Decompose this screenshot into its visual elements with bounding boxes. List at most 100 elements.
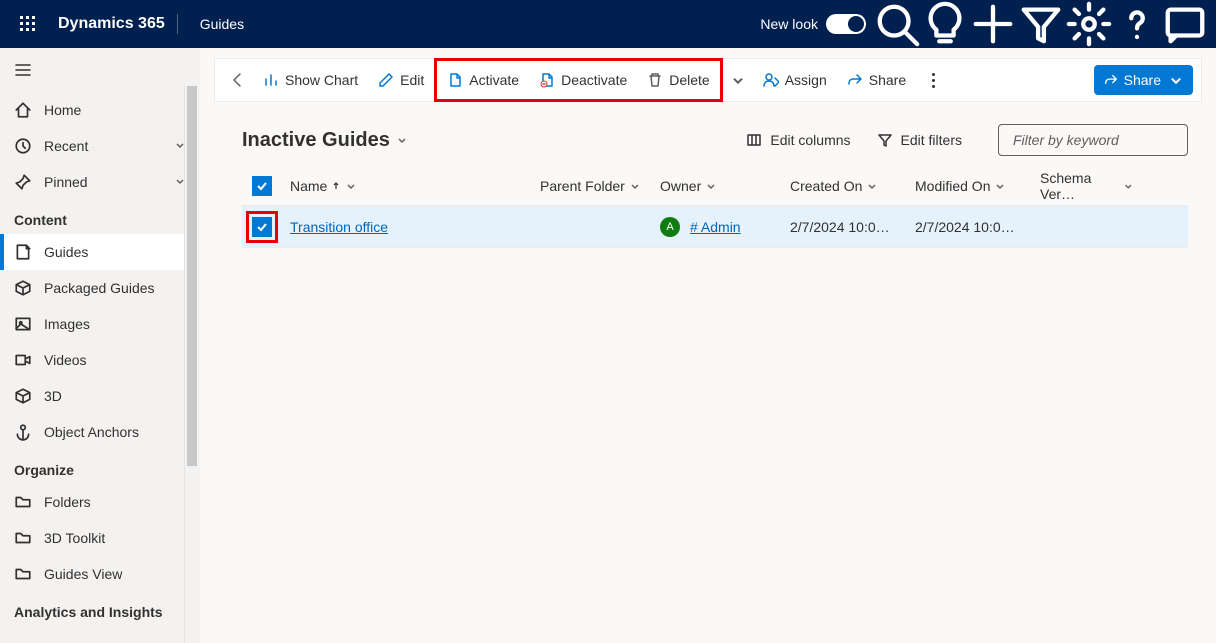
record-link[interactable]: Transition office (290, 219, 388, 235)
share-label: Share (1124, 72, 1161, 88)
highlight-annotation (246, 211, 278, 243)
cmd-label: Assign (785, 72, 827, 88)
sidebar-item-3d-toolkit[interactable]: 3D Toolkit (0, 520, 200, 556)
cmd-label: Delete (669, 72, 709, 88)
nav-label: Folders (44, 494, 91, 510)
video-icon (14, 351, 32, 369)
filter-input[interactable] (1013, 132, 1194, 148)
anchor-icon (14, 423, 32, 441)
chevron-down-icon (866, 180, 878, 192)
delete-button[interactable]: Delete (637, 58, 719, 102)
global-header: Dynamics 365 Guides New look (0, 0, 1216, 48)
owner-link[interactable]: # Admin (690, 219, 741, 235)
cell-name: Transition office (282, 219, 532, 235)
edit-filters-button[interactable]: Edit filters (869, 128, 970, 152)
sidebar-item-folders[interactable]: Folders (0, 484, 200, 520)
sidebar-item-guides[interactable]: Guides (0, 234, 200, 270)
col-header-created[interactable]: Created On (782, 178, 907, 194)
header-left: Dynamics 365 Guides (8, 14, 244, 34)
edit-columns-button[interactable]: Edit columns (738, 128, 858, 152)
sidebar-item-guides-view[interactable]: Guides View (0, 556, 200, 592)
sidebar-item-images[interactable]: Images (0, 306, 200, 342)
cell-created: 2/7/2024 10:0… (782, 219, 907, 235)
assign-button[interactable]: Assign (753, 58, 837, 102)
sidebar-item-pinned[interactable]: Pinned (0, 164, 200, 200)
table-row[interactable]: Transition office A # Admin 2/7/2024 10:… (242, 206, 1188, 248)
folder-icon (14, 493, 32, 511)
col-header-owner[interactable]: Owner (652, 178, 782, 194)
sidebar-item-recent[interactable]: Recent (0, 128, 200, 164)
sidebar-item-packaged-guides[interactable]: Packaged Guides (0, 270, 200, 306)
app-launcher-icon[interactable] (8, 16, 48, 32)
sidebar-item-home[interactable]: Home (0, 92, 200, 128)
delete-dropdown[interactable] (723, 58, 753, 102)
sidebar-item-videos[interactable]: Videos (0, 342, 200, 378)
nav-label: Object Anchors (44, 424, 139, 440)
cell-owner: A # Admin (652, 217, 782, 237)
avatar: A (660, 217, 680, 237)
col-header-modified[interactable]: Modified On (907, 178, 1032, 194)
sidebar-scrollbar[interactable] (184, 86, 200, 643)
nav-label: Home (44, 102, 81, 118)
filter-icon[interactable] (1018, 0, 1064, 48)
sidebar-group-organize: Organize (0, 450, 200, 484)
app-shell: Home Recent Pinned Content Guides Packag… (0, 48, 1216, 643)
assistant-icon[interactable] (1162, 0, 1208, 48)
scrollbar-thumb[interactable] (187, 86, 197, 466)
chevron-down-icon (705, 180, 717, 192)
view-title: Inactive Guides (242, 129, 390, 152)
add-icon[interactable] (970, 0, 1016, 48)
filter-search[interactable] (998, 124, 1188, 156)
guides-icon (14, 243, 32, 261)
highlight-annotation: Activate Deactivate Delete (434, 58, 722, 102)
act-label: Edit filters (901, 132, 962, 148)
share-primary-button[interactable]: Share (1094, 65, 1193, 95)
ideas-icon[interactable] (922, 0, 968, 48)
help-icon[interactable] (1114, 0, 1160, 48)
folder-icon (14, 529, 32, 547)
sidebar-group-analytics: Analytics and Insights (0, 592, 200, 626)
settings-icon[interactable] (1066, 0, 1112, 48)
cell-modified: 2/7/2024 10:0… (907, 219, 1032, 235)
col-header-schema[interactable]: Schema Ver… (1032, 170, 1142, 202)
cmd-label: Share (869, 72, 906, 88)
row-checkbox[interactable] (242, 211, 282, 243)
search-icon[interactable] (874, 0, 920, 48)
clock-icon (14, 137, 32, 155)
overflow-menu[interactable] (918, 58, 948, 102)
cmd-label: Deactivate (561, 72, 627, 88)
activate-button[interactable]: Activate (437, 58, 529, 102)
app-name[interactable]: Guides (188, 16, 244, 32)
grid-header: Name Parent Folder Owner Created On (242, 166, 1188, 206)
chevron-down-icon (396, 134, 408, 146)
back-button[interactable] (223, 58, 253, 102)
sidebar-item-3d[interactable]: 3D (0, 378, 200, 414)
folder-icon (14, 565, 32, 583)
data-grid: Name Parent Folder Owner Created On (200, 166, 1216, 248)
command-bar: Show Chart Edit Activate Deactivate Dele… (214, 58, 1202, 102)
chevron-down-icon (994, 180, 1006, 192)
sidebar-toggle[interactable] (0, 48, 200, 92)
edit-button[interactable]: Edit (368, 58, 434, 102)
toggle-switch[interactable] (826, 14, 866, 34)
sidebar-group-content: Content (0, 200, 200, 234)
show-chart-button[interactable]: Show Chart (253, 58, 368, 102)
select-all-checkbox[interactable] (242, 176, 282, 196)
sort-asc-icon (331, 181, 341, 191)
new-look-toggle[interactable]: New look (760, 14, 872, 34)
nav-label: Pinned (44, 174, 88, 190)
view-header: Inactive Guides Edit columns Edit filter… (200, 102, 1216, 166)
chevron-down-icon (1123, 180, 1134, 192)
deactivate-button[interactable]: Deactivate (529, 58, 637, 102)
share-button[interactable]: Share (837, 58, 916, 102)
nav-label: 3D (44, 388, 62, 404)
nav-label: Guides View (44, 566, 122, 582)
view-selector[interactable]: Inactive Guides (242, 129, 408, 152)
col-header-parent[interactable]: Parent Folder (532, 178, 652, 194)
col-header-name[interactable]: Name (282, 178, 532, 194)
sidebar-item-object-anchors[interactable]: Object Anchors (0, 414, 200, 450)
more-icon (932, 73, 935, 88)
nav-label: Recent (44, 138, 88, 154)
nav-label: 3D Toolkit (44, 530, 105, 546)
nav-label: Packaged Guides (44, 280, 155, 296)
